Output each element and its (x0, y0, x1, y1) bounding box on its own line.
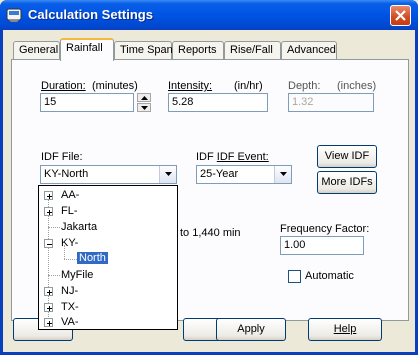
duration-range-text: to 1,440 min (180, 227, 241, 239)
expand-icon[interactable] (44, 191, 53, 200)
tab-time-span[interactable]: Time Span (114, 41, 173, 60)
idf-event-value: 25-Year (200, 168, 239, 180)
expand-icon[interactable] (44, 318, 53, 327)
intensity-input[interactable]: 5.28 (168, 93, 268, 112)
help-button[interactable]: Help (308, 318, 382, 341)
dialog-window: Calculation Settings General Rainfall Ti… (0, 0, 418, 355)
chevron-down-icon (165, 172, 172, 176)
duration-spinner[interactable] (137, 93, 151, 112)
up-arrow-icon (141, 96, 148, 100)
title-bar[interactable]: Calculation Settings (0, 0, 418, 30)
frequency-factor-label: Frequency Factor: (280, 223, 370, 235)
duration-label: Duration: (41, 80, 86, 92)
idf-file-dropdown-button[interactable] (159, 166, 176, 183)
idf-event-dropdown-button[interactable] (274, 166, 291, 183)
idf-file-label: IDF File: (41, 151, 83, 163)
tree-node-fl[interactable]: FL- (61, 205, 78, 217)
tree-guide-line (64, 259, 77, 260)
window-title: Calculation Settings (28, 7, 153, 22)
close-icon (395, 10, 406, 21)
tree-node-nj[interactable]: NJ- (61, 285, 78, 297)
tree-node-va[interactable]: VA- (61, 316, 79, 328)
expand-icon[interactable] (44, 287, 53, 296)
tree-node-ky[interactable]: KY- (61, 237, 78, 249)
idf-file-combo[interactable]: KY-North (40, 165, 177, 184)
expand-icon[interactable] (44, 303, 53, 312)
tree-guide-line (48, 227, 60, 228)
idf-event-combo[interactable]: 25-Year (196, 165, 292, 184)
frequency-factor-input[interactable]: 1.00 (280, 236, 364, 255)
tree-guide-line (48, 275, 60, 276)
tree-node-tx[interactable]: TX- (61, 301, 79, 313)
tab-rainfall[interactable]: Rainfall (60, 38, 114, 61)
intensity-units: (in/hr) (234, 80, 263, 92)
close-button[interactable] (390, 5, 411, 26)
duration-units: (minutes) (92, 80, 138, 92)
tab-rise-fall[interactable]: Rise/Fall (224, 41, 281, 60)
depth-input: 1.32 (288, 93, 374, 112)
expand-icon[interactable] (44, 207, 53, 216)
tree-node-aa[interactable]: AA- (61, 189, 79, 201)
idf-file-value: KY-North (44, 168, 89, 180)
down-arrow-icon (141, 106, 148, 110)
collapse-icon[interactable] (44, 239, 53, 248)
automatic-label: Automatic (305, 270, 354, 282)
intensity-label: Intensity: (168, 80, 213, 92)
apply-button[interactable]: Apply (216, 318, 286, 341)
tab-advanced[interactable]: Advanced (281, 41, 337, 60)
depth-label: Depth: (288, 80, 321, 92)
tab-reports[interactable]: Reports (172, 41, 224, 60)
more-idfs-button[interactable]: More IDFs (317, 171, 377, 194)
tree-node-north[interactable]: North (76, 251, 109, 265)
duration-input[interactable]: 15 (40, 93, 134, 112)
automatic-checkbox[interactable] (288, 270, 301, 283)
chevron-down-icon (280, 172, 287, 176)
idf-file-tree-dropdown[interactable]: AA- FL- Jakarta KY- North MyFile NJ- TX-… (38, 185, 178, 330)
tree-node-myfile[interactable]: MyFile (61, 269, 93, 281)
spin-up-button[interactable] (137, 93, 151, 102)
view-idf-button[interactable]: View IDF (317, 145, 377, 168)
spin-down-button[interactable] (137, 103, 151, 112)
idf-event-label: IDF IDF Event: (196, 151, 269, 163)
tab-general[interactable]: General (13, 41, 60, 60)
app-icon (6, 8, 22, 22)
depth-units: (inches) (337, 80, 377, 92)
tree-node-jakarta[interactable]: Jakarta (61, 221, 97, 233)
